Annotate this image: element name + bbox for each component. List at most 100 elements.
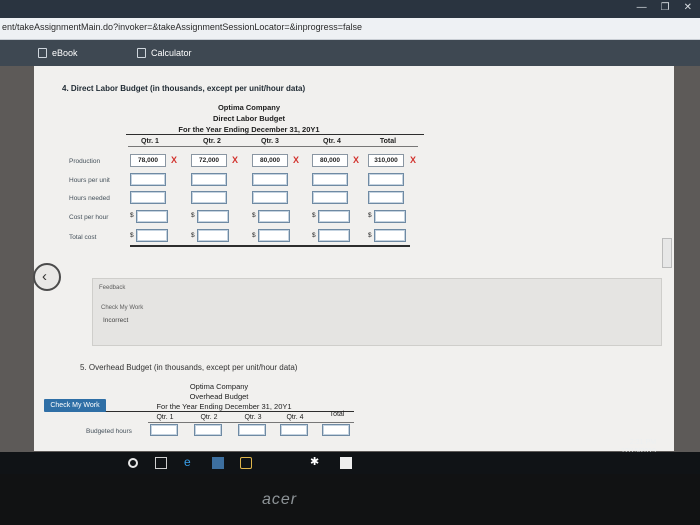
taskbar-app-icon[interactable]: [340, 457, 352, 469]
hours-needed-qtr4-input[interactable]: [312, 191, 348, 204]
url-text[interactable]: ent/takeAssignmentMain.do?invoker=&takeA…: [2, 22, 362, 32]
q5-col-qtr2: Qtr. 2: [200, 414, 218, 421]
hours-per-unit-qtr4-input[interactable]: [312, 173, 348, 186]
q4-heading: 4. Direct Labor Budget (in thousands, ex…: [62, 84, 306, 93]
production-qtr3-input[interactable]: 80,000: [252, 154, 288, 167]
budgeted-hours-qtr3-input[interactable]: [238, 424, 266, 436]
row-production-label: Production: [69, 158, 101, 165]
address-bar[interactable]: ent/takeAssignmentMain.do?invoker=&takeA…: [0, 18, 700, 40]
total-cost-qtr4-input[interactable]: [318, 229, 350, 242]
calculator-button[interactable]: Calculator: [137, 46, 192, 60]
budgeted-hours-total-input[interactable]: [322, 424, 350, 436]
dollar-sign: $: [191, 232, 195, 239]
dollar-sign: $: [368, 212, 372, 219]
production-qtr4-input[interactable]: 80,000: [312, 154, 348, 167]
close-icon[interactable]: ✕: [684, 2, 692, 13]
budgeted-hours-qtr2-input[interactable]: [194, 424, 222, 436]
window-controls: — ❐ ✕: [637, 2, 692, 13]
cost-per-hour-qtr2-input[interactable]: [197, 210, 229, 223]
laptop-bezel: [0, 474, 700, 525]
row-total-cost-label: Total cost: [69, 234, 97, 241]
ebook-icon: [38, 48, 47, 58]
q5-heading: 5. Overhead Budget (in thousands, except…: [80, 363, 298, 372]
dollar-sign: $: [130, 232, 134, 239]
production-total-input[interactable]: 310,000: [368, 154, 404, 167]
q5-period: For the Year Ending December 31, 20Y1: [156, 402, 292, 411]
task-view-icon[interactable]: [155, 457, 167, 469]
acer-logo: acer: [262, 491, 298, 508]
cost-per-hour-qtr1-input[interactable]: [136, 210, 168, 223]
q5-col-qtr3: Qtr. 3: [244, 414, 262, 421]
q4-col-qtr4: Qtr. 4: [323, 138, 341, 145]
hours-needed-qtr1-input[interactable]: [130, 191, 166, 204]
hours-per-unit-qtr1-input[interactable]: [130, 173, 166, 186]
q4-col-total: Total: [379, 138, 397, 145]
q5-budget-title: Overhead Budget: [189, 392, 249, 401]
dollar-sign: $: [252, 212, 256, 219]
total-cost-total-input[interactable]: [374, 229, 406, 242]
double-underline: [130, 245, 410, 247]
check-my-work-toggle[interactable]: Check My Work: [101, 305, 143, 311]
q5-col-total: Total: [329, 411, 345, 418]
q4-col-rule: [128, 146, 418, 147]
window-title-bar: — ❐ ✕: [0, 0, 700, 18]
hours-per-unit-total-input[interactable]: [368, 173, 404, 186]
assignment-content: 4. Direct Labor Budget (in thousands, ex…: [34, 66, 674, 451]
check-my-work-button[interactable]: Check My Work: [44, 399, 106, 412]
dollar-sign: $: [312, 232, 316, 239]
q5-header-rule: [82, 411, 354, 412]
feedback-panel: Feedback Check My Work Incorrect: [92, 278, 662, 346]
start-icon[interactable]: [128, 458, 138, 468]
total-cost-qtr2-input[interactable]: [197, 229, 229, 242]
lock-icon[interactable]: [240, 457, 252, 469]
budgeted-hours-qtr1-input[interactable]: [150, 424, 178, 436]
total-cost-qtr3-input[interactable]: [258, 229, 290, 242]
restore-icon[interactable]: ❐: [661, 2, 670, 13]
q4-col-qtr1: Qtr. 1: [141, 138, 159, 145]
row-hours-per-unit-label: Hours per unit: [69, 177, 110, 184]
incorrect-mark-icon: X: [410, 155, 417, 165]
cost-per-hour-qtr4-input[interactable]: [318, 210, 350, 223]
incorrect-mark-icon: X: [171, 155, 178, 165]
hours-needed-qtr3-input[interactable]: [252, 191, 288, 204]
row-cost-per-hour-label: Cost per hour: [69, 214, 109, 221]
back-icon: ‹: [42, 268, 47, 285]
hours-needed-total-input[interactable]: [368, 191, 404, 204]
calculator-label: Calculator: [151, 48, 192, 58]
q4-col-qtr3: Qtr. 3: [261, 138, 279, 145]
hours-per-unit-qtr3-input[interactable]: [252, 173, 288, 186]
settings-icon[interactable]: ✱: [310, 455, 322, 468]
cost-per-hour-total-input[interactable]: [374, 210, 406, 223]
dollar-sign: $: [191, 212, 195, 219]
q5-company: Optima Company: [189, 382, 249, 391]
q5-col-qtr1: Qtr. 1: [156, 414, 174, 421]
taskbar: e ✱: [0, 452, 700, 474]
app-toolbar: eBook Calculator: [0, 40, 700, 66]
production-qtr2-input[interactable]: 72,000: [191, 154, 227, 167]
q4-period: For the Year Ending December 31, 20Y1: [178, 125, 320, 134]
hours-per-unit-qtr2-input[interactable]: [191, 173, 227, 186]
incorrect-mark-icon: X: [232, 155, 239, 165]
incorrect-mark-icon: X: [293, 155, 300, 165]
feedback-status: Incorrect: [103, 317, 129, 324]
minimize-icon[interactable]: —: [637, 2, 647, 13]
total-cost-qtr1-input[interactable]: [136, 229, 168, 242]
budgeted-hours-qtr4-input[interactable]: [280, 424, 308, 436]
dollar-sign: $: [130, 212, 134, 219]
q4-header-rule: [126, 134, 424, 135]
calculator-icon: [137, 48, 146, 58]
clock-time: 2:31 PM: [629, 439, 656, 446]
dollar-sign: $: [252, 232, 256, 239]
hours-needed-qtr2-input[interactable]: [191, 191, 227, 204]
dollar-sign: $: [368, 232, 372, 239]
ebook-label: eBook: [52, 48, 78, 58]
edge-icon[interactable]: e: [184, 455, 196, 469]
back-button[interactable]: ‹: [33, 263, 61, 291]
ebook-button[interactable]: eBook: [38, 46, 78, 60]
production-qtr1-input[interactable]: 78,000: [130, 154, 166, 167]
budgeted-hours-label: Budgeted hours: [86, 428, 132, 435]
scrollbar-thumb[interactable]: [662, 238, 672, 268]
store-icon[interactable]: [212, 457, 224, 469]
cost-per-hour-qtr3-input[interactable]: [258, 210, 290, 223]
incorrect-mark-icon: X: [353, 155, 360, 165]
